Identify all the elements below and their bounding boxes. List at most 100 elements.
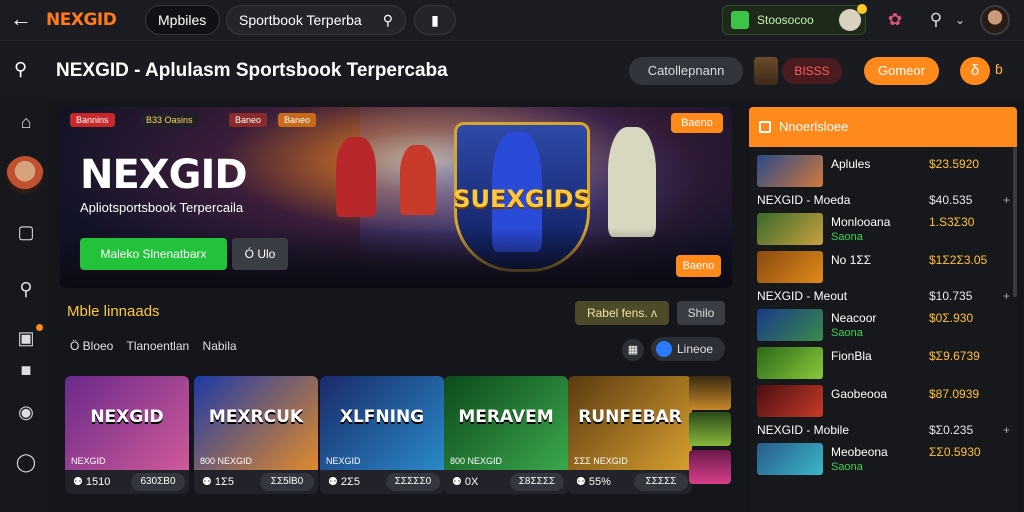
- toggle-pill[interactable]: Lineoe: [651, 337, 725, 361]
- panel-item[interactable]: No 1ΣΣ $1Σ2Σ3.05: [757, 247, 1013, 287]
- panel-item-thumbnail: [757, 347, 823, 379]
- game-card-footer: ⚉ 2Σ5 ΣΣΣΣΣ0: [320, 470, 444, 494]
- panel-row-price: $Σ0.235: [929, 423, 974, 437]
- game-card-label: ΣΣΣ NEXGID: [574, 456, 628, 466]
- hero-chip[interactable]: Bannins: [70, 113, 115, 127]
- game-card-meta[interactable]: Σ8ΣΣΣΣ: [510, 473, 564, 491]
- game-card[interactable]: XLFNING NEXGID ⚉ 2Σ5 ΣΣΣΣΣ0: [320, 376, 444, 494]
- game-card[interactable]: NEXGID NEXGID ⚉ 1510 630ΣB0: [65, 376, 189, 494]
- panel-item[interactable]: FionBla $Σ9.6739: [757, 343, 1013, 383]
- panel-item[interactable]: Aplules $23.5920: [757, 151, 1013, 191]
- promo-icon[interactable]: [754, 57, 778, 85]
- mini-game-card[interactable]: [689, 376, 731, 410]
- panel-item-name: FionBla: [831, 349, 872, 363]
- secondary-button[interactable]: Catollepnann: [629, 57, 743, 85]
- toggle-dot-icon: [656, 341, 672, 357]
- game-card-meta[interactable]: 630ΣB0: [131, 473, 185, 491]
- home-icon[interactable]: ⌂: [14, 110, 38, 134]
- page-header: ⚲ NEXGID - Aplulasm Sportsbook Terpercab…: [0, 40, 1024, 98]
- wallet-widget[interactable]: Stoosocoo: [722, 4, 867, 35]
- primary-button[interactable]: Gomeor: [864, 57, 939, 85]
- game-card-meta[interactable]: ΣΣΣΣΣ0: [386, 473, 440, 491]
- game-card-stat: ⚉ 1510: [73, 476, 111, 488]
- game-card[interactable]: MERAVEM 800 NEXGID ⚉ 0X Σ8ΣΣΣΣ: [444, 376, 568, 494]
- chat-icon[interactable]: ▢: [14, 220, 38, 244]
- hero-tag-bottom[interactable]: Baeno: [676, 255, 721, 277]
- hero-chip[interactable]: B33 Oasins: [140, 113, 199, 127]
- brand-logo[interactable]: NEXGID: [46, 10, 117, 30]
- hero-chip[interactable]: Baneo: [229, 113, 268, 127]
- panel-row[interactable]: NEXGID - Mobile $Σ0.235 +: [757, 423, 1013, 439]
- add-icon[interactable]: +: [1003, 423, 1010, 437]
- breadcrumb-item[interactable]: Tlanoentlan: [126, 339, 189, 353]
- back-arrow-icon[interactable]: ←: [10, 8, 34, 32]
- settings-flower-icon[interactable]: ✿: [883, 8, 907, 32]
- toggle-label: Lineoe: [677, 342, 714, 356]
- section-title: Mble linnaads: [67, 303, 160, 320]
- panel-row-name: NEXGID - Mobile: [757, 423, 850, 437]
- tab-mpbiles[interactable]: Mpbiles: [145, 5, 220, 35]
- bookmark-button[interactable]: ▮: [414, 5, 456, 35]
- page-title-brand: NEXGID -: [56, 60, 141, 81]
- wallet-badge: [857, 4, 867, 14]
- panel-item[interactable]: Gaobeooa $87.0939: [757, 381, 1013, 421]
- panel-scrollbar[interactable]: [1013, 147, 1017, 297]
- search-icon[interactable]: ⚲: [383, 12, 393, 29]
- game-card-meta[interactable]: ΣΣΣΣΣ: [634, 473, 688, 491]
- search-icon[interactable]: ⚲: [14, 59, 27, 80]
- mini-game-card[interactable]: [689, 450, 731, 484]
- chevron-down-icon[interactable]: ⌄: [948, 8, 972, 32]
- panel-header[interactable]: Nnoerlsloee: [749, 107, 1017, 147]
- mini-game-card[interactable]: [689, 412, 731, 446]
- panel-item-sub: Saona: [831, 327, 863, 339]
- panel-row[interactable]: NEXGID - Moeda $40.535 +: [757, 193, 1013, 209]
- hero-tag-top[interactable]: Baeno: [671, 113, 723, 133]
- game-card-meta[interactable]: ΣΣ5lB0: [260, 473, 314, 491]
- add-icon[interactable]: +: [1003, 289, 1010, 303]
- panel-item[interactable]: Monlooana 1.S3Σ30 Saona: [757, 209, 1013, 249]
- search-field[interactable]: Sportbook Terperba ⚲: [226, 5, 406, 35]
- panel-item-price: $23.5920: [929, 157, 980, 171]
- panel-row-name: NEXGID - Meout: [757, 289, 848, 303]
- game-card-footer: ⚉ 0X Σ8ΣΣΣΣ: [444, 470, 568, 494]
- filter-secondary-button[interactable]: Shilo: [677, 301, 725, 325]
- game-card-footer: ⚉ 1510 630ΣB0: [65, 470, 189, 494]
- layers-icon[interactable]: ■: [14, 358, 38, 382]
- user-avatar[interactable]: [980, 5, 1010, 35]
- bookmark-icon: ▮: [431, 11, 439, 28]
- casino-icon[interactable]: ▣: [14, 326, 38, 350]
- breadcrumb-item[interactable]: Ö Bloeo: [70, 339, 113, 353]
- panel-item-name: Neacoor: [831, 311, 877, 325]
- hero-banner[interactable]: SUEXGIDS Bannins B33 Oasins Baneo Baneo …: [60, 107, 732, 288]
- player-figure: [608, 127, 656, 237]
- game-card-footer: ⚉ 1Σ5 ΣΣ5lB0: [194, 470, 318, 494]
- panel-item-thumbnail: [757, 385, 823, 417]
- sidebar: ⌂ ▢ ⚲ ▣ ■ ◉ ◯: [0, 98, 52, 512]
- panel-row[interactable]: NEXGID - Meout $10.735 +: [757, 289, 1013, 305]
- grid-view-icon[interactable]: ▦: [622, 339, 644, 361]
- promo-badge[interactable]: BISSS: [782, 58, 842, 84]
- camera-icon[interactable]: ◉: [14, 400, 38, 424]
- hero-secondary-button[interactable]: Ó Ulo: [232, 238, 288, 270]
- search-dropdown-icon[interactable]: ⚲: [924, 8, 948, 32]
- breadcrumb-item[interactable]: Nabila: [203, 339, 237, 353]
- game-card-title: NEXGID: [90, 407, 164, 427]
- panel-item[interactable]: Neacoor $0Σ.930 Saona: [757, 305, 1013, 345]
- sidebar-avatar[interactable]: [6, 156, 44, 194]
- filter-button[interactable]: Rabel fens. ᴧ: [575, 301, 669, 325]
- mini-card-column: [689, 376, 731, 494]
- breadcrumb: Ö Bloeo Tlanoentlan Nabila: [70, 339, 247, 353]
- panel-item-price: $0Σ.930: [929, 311, 974, 325]
- panel-item[interactable]: Meobeona ΣΣ0.5930 Saona: [757, 439, 1013, 479]
- panel-item-price: $Σ9.6739: [929, 349, 980, 363]
- hero-chip[interactable]: Baneo: [278, 113, 317, 127]
- hero-cta-button[interactable]: Maleko Slnenatbarx: [80, 238, 227, 270]
- panel-item-price: ΣΣ0.5930: [929, 445, 981, 459]
- game-card[interactable]: RUNFEBAR ΣΣΣ NEXGID ⚉ 55% ΣΣΣΣΣ: [568, 376, 692, 494]
- game-card[interactable]: MEXRCUK 800 NEXGID ⚉ 1Σ5 ΣΣ5lB0: [194, 376, 318, 494]
- hero-brand: NEXGID: [80, 152, 248, 198]
- coin-button[interactable]: δ: [960, 57, 990, 85]
- search-icon[interactable]: ⚲: [14, 277, 38, 301]
- add-icon[interactable]: +: [1003, 193, 1010, 207]
- shield-icon[interactable]: ◯: [14, 450, 38, 474]
